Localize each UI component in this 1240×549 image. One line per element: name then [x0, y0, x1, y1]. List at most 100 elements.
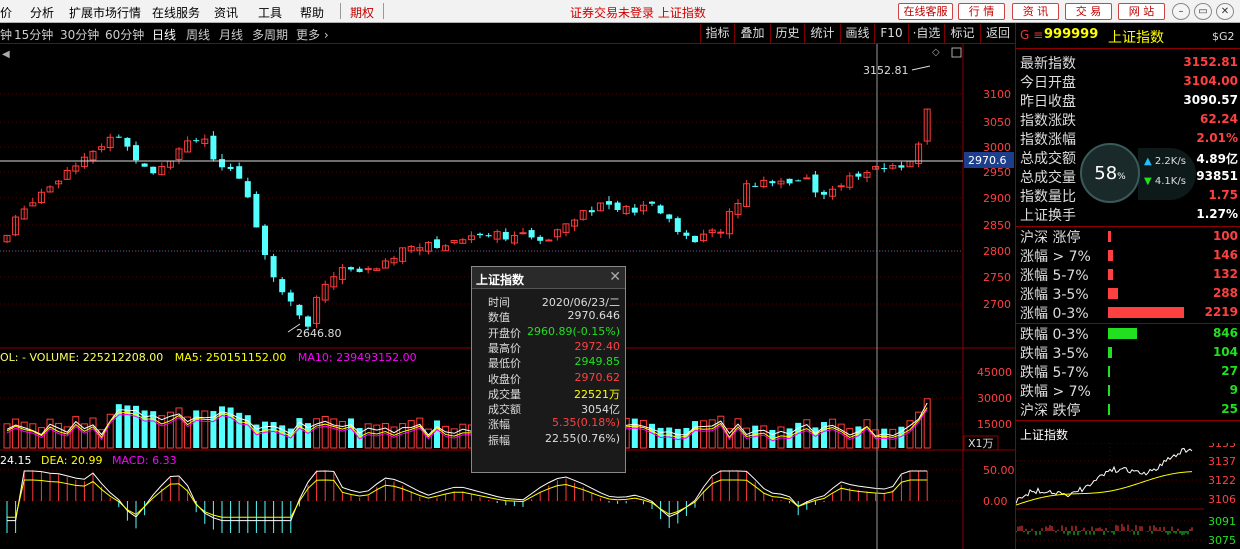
candle-body	[502, 231, 509, 240]
mark-button[interactable]: 标记	[944, 24, 980, 43]
candle-body	[287, 292, 294, 302]
candle-body	[279, 279, 286, 293]
period-tab-30min[interactable]: 30分钟	[60, 26, 99, 43]
menu-item-options[interactable]: 期权	[350, 4, 374, 21]
indicator-button[interactable]: 指标	[700, 24, 734, 43]
menu-divider	[383, 3, 384, 19]
low-price-label: 2646.80	[296, 327, 342, 340]
popup-value: 22521万	[574, 387, 620, 401]
period-tab-15min[interactable]: 15分钟	[14, 26, 53, 43]
popup-value: 5.35(0.18%)	[551, 416, 620, 430]
close-icon[interactable]: ✕	[1216, 3, 1234, 20]
breadth-bar	[1108, 231, 1111, 242]
quote-row: 昨日收盘 3090.57	[1016, 91, 1240, 110]
menu-divider	[340, 3, 341, 19]
popup-row: 数值 2970.646	[472, 309, 625, 324]
macd-tick: 0.00	[983, 495, 1008, 508]
macd-legend-dif: 24.15	[0, 454, 32, 467]
candle-body	[519, 232, 527, 235]
period-tab-min[interactable]: 钟	[0, 26, 12, 43]
trade-button[interactable]: 交 易	[1065, 3, 1112, 20]
period-tab-weekly[interactable]: 周线	[186, 26, 210, 43]
menu-item-price[interactable]: 价	[0, 4, 12, 21]
quotes-button[interactable]: 行 情	[958, 3, 1005, 20]
percent-gauge: 58%	[1080, 143, 1140, 203]
mini-intraday-chart[interactable]: 3153 3137 3122 3106 3091 3075	[1016, 443, 1240, 549]
breadth-bar	[1108, 288, 1118, 299]
menu-item-news[interactable]: 资讯	[214, 4, 238, 21]
popup-value: 2972.40	[574, 339, 621, 353]
popup-value: 2970.62	[574, 370, 621, 384]
price-tick: 3000	[983, 141, 1011, 154]
volume-unit-label: X1万	[968, 437, 994, 450]
menu-item-ext-market[interactable]: 扩展市场行情	[69, 4, 141, 21]
minimize-icon[interactable]: –	[1172, 3, 1190, 20]
volume-bar	[812, 427, 819, 448]
candle-body	[356, 268, 363, 272]
draw-line-button[interactable]: 画线	[840, 24, 874, 43]
website-button[interactable]: 网 站	[1118, 3, 1165, 20]
popup-key: 成交量	[488, 387, 521, 401]
stock-name: 上证指数	[1108, 30, 1164, 46]
volume-bars	[3, 398, 931, 449]
quote-value: 3152.81	[1183, 55, 1238, 69]
collapse-icon[interactable]: ◀	[2, 49, 10, 60]
volume-tick: 15000	[977, 418, 1012, 431]
menu-item-analysis[interactable]: 分析	[30, 4, 54, 21]
quote-label: 总成交额	[1020, 151, 1076, 167]
back-button[interactable]: 返回	[980, 24, 1015, 43]
volume-bar	[348, 418, 354, 448]
volume-bar	[407, 420, 415, 449]
menu-item-tools[interactable]: 工具	[258, 4, 282, 21]
period-tab-more[interactable]: 更多 ›	[296, 26, 329, 43]
candle-body	[855, 173, 862, 177]
breadth-label: 沪深 涨停	[1020, 230, 1081, 246]
breadth-row: 跌幅 5-7% 27	[1016, 362, 1240, 381]
statistics-button[interactable]: 统计	[804, 24, 840, 43]
candle-body	[769, 181, 776, 184]
menu-item-online-service[interactable]: 在线服务	[152, 4, 200, 21]
overlay-button[interactable]: 叠加	[734, 24, 770, 43]
popup-row: 时间 2020/06/23/二	[472, 294, 625, 309]
f10-button[interactable]: F10	[874, 24, 908, 43]
popup-close-icon[interactable]: ✕	[609, 269, 621, 285]
maximize-icon[interactable]: ▭	[1194, 3, 1212, 20]
period-tab-multi[interactable]: 多周期	[252, 26, 288, 43]
popup-value: 2020/06/23/二	[541, 296, 620, 309]
period-toolbar: 钟 15分钟 30分钟 60分钟 日线 周线 月线 多周期 更多 › 指标 叠加…	[0, 23, 1015, 44]
candle-body	[717, 231, 725, 234]
watchlist-button[interactable]: ·自选	[908, 24, 944, 43]
volume-bar	[262, 421, 268, 448]
period-tab-60min[interactable]: 60分钟	[105, 26, 144, 43]
window-title: 证券交易未登录 上证指数	[570, 6, 706, 20]
menu-item-help[interactable]: 帮助	[300, 4, 324, 21]
candle-body	[305, 316, 311, 327]
group-icon[interactable]: G ≡	[1020, 28, 1043, 42]
candle-body	[133, 145, 139, 161]
period-tab-monthly[interactable]: 月线	[219, 26, 243, 43]
quote-value: 4.89亿	[1196, 152, 1238, 166]
price-tick: 2800	[983, 245, 1011, 258]
speed-gauge-panel: ▲ 2.2K/s ▼ 4.1K/s	[1138, 148, 1196, 200]
quote-panel: G ≡ 999999 上证指数 $G2 最新指数 3152.81 今日开盘 3104.…	[1015, 23, 1240, 549]
period-tab-daily[interactable]: 日线	[152, 26, 176, 43]
online-support-button[interactable]: 在线客服	[898, 3, 953, 20]
news-button[interactable]: 资 讯	[1012, 3, 1059, 20]
macd-tick: 50.00	[983, 464, 1015, 477]
candle-body	[141, 163, 148, 167]
candle-body	[606, 201, 612, 205]
popup-row: 收盘价 2970.62	[472, 370, 625, 386]
breadth-label: 跌幅 5-7%	[1020, 365, 1089, 381]
candle-body	[588, 210, 595, 213]
popup-row: 开盘价 2960.89(-0.15%)	[472, 325, 625, 340]
breadth-row: 跌幅 3-5% 104	[1016, 343, 1240, 362]
breadth-label: 涨幅 3-5%	[1020, 287, 1089, 303]
macd-axis: 50.00 0.00	[983, 464, 1015, 508]
down-speed: ▼ 4.1K/s	[1144, 176, 1186, 187]
history-button[interactable]: 历史	[770, 24, 804, 43]
mini-tick: 3122	[1208, 474, 1236, 487]
quote-label: 最新指数	[1020, 56, 1076, 72]
volume-bar	[434, 420, 440, 448]
panel-toggle-icon[interactable]	[951, 47, 962, 58]
candle-body	[649, 201, 655, 204]
